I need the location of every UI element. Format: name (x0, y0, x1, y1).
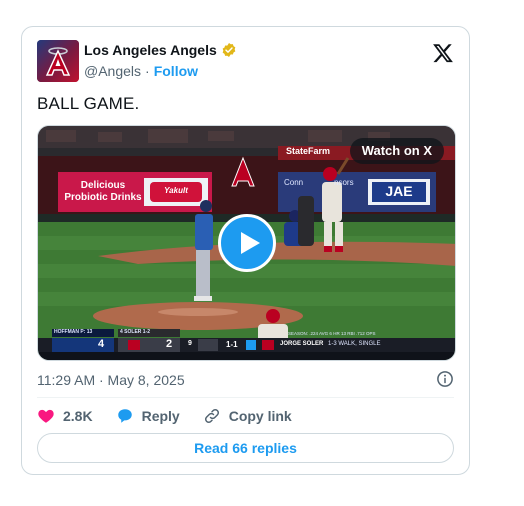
ad-text-line2: Probiotic Drinks (64, 192, 142, 203)
copy-link-button[interactable]: Copy link (203, 407, 292, 425)
separator-dot: · (145, 63, 150, 79)
angels-logo-icon (37, 40, 79, 82)
watch-on-x-button[interactable]: Watch on X (349, 138, 444, 164)
tweet-card: Los Angeles Angels @Angels · Follow BALL… (21, 26, 470, 475)
divider (37, 397, 454, 398)
tweet-text: BALL GAME. (37, 94, 140, 113)
like-count: 2.8K (63, 408, 93, 424)
copy-link-label: Copy link (228, 408, 292, 424)
handle-line: @Angels · Follow (84, 63, 198, 79)
info-icon[interactable] (436, 370, 454, 388)
batter-label: 4 SOLER 1-2 (120, 329, 151, 335)
inning-indicator: 9 (188, 340, 192, 347)
away-score: 4 (98, 338, 105, 350)
pitcher-label: HOFFMAN P: 13 (54, 329, 93, 335)
brand-statefarm: StateFarm (286, 146, 331, 156)
action-bar: 2.8K Reply Copy link (37, 405, 315, 427)
season-stats: SEASON: .224 AVG 6 HR 13 RBI .712 OPS (288, 331, 376, 336)
sponsor-partial-2: nsors (334, 178, 354, 187)
home-score: 2 (166, 338, 173, 350)
link-icon (204, 408, 219, 424)
follow-button[interactable]: Follow (154, 63, 198, 79)
pitch-count: 1-1 (226, 340, 238, 349)
reply-button[interactable]: Reply (116, 407, 180, 425)
read-replies-label: Read 66 replies (194, 440, 297, 456)
sponsor-partial: Conn (284, 178, 304, 187)
video-player[interactable]: Delicious Probiotic Drinks Yakult StateF… (37, 125, 456, 361)
brand-yakult: Yakult (164, 186, 188, 195)
account-name[interactable]: Los Angeles Angels (84, 42, 217, 58)
tweet-header: Los Angeles Angels @Angels · Follow (37, 40, 454, 84)
read-replies-button[interactable]: Read 66 replies (37, 433, 454, 463)
timestamp-text: 11:29 AM · May 8, 2025 (37, 372, 185, 388)
batter-name: JORGE SOLER (280, 341, 324, 347)
brand-jae: JAE (385, 183, 413, 199)
play-icon (241, 232, 260, 254)
ad-text-line1: Delicious (80, 180, 126, 191)
avatar[interactable] (37, 40, 79, 82)
heart-icon (38, 409, 54, 423)
tweet-timestamp[interactable]: 11:29 AM · May 8, 2025 (37, 372, 185, 388)
play-button[interactable] (218, 214, 276, 272)
name-line: Los Angeles Angels (84, 42, 237, 58)
ad-text: Delicious Probiotic Drinks (58, 180, 148, 204)
account-handle[interactable]: @Angels (84, 63, 141, 79)
x-logo-icon[interactable] (432, 42, 454, 64)
like-button[interactable]: 2.8K (37, 407, 93, 425)
batter-stats: 1-3 WALK, SINGLE (328, 341, 381, 347)
reply-bubble-icon (117, 409, 132, 423)
verified-badge-icon (222, 43, 236, 57)
reply-label: Reply (141, 408, 180, 424)
